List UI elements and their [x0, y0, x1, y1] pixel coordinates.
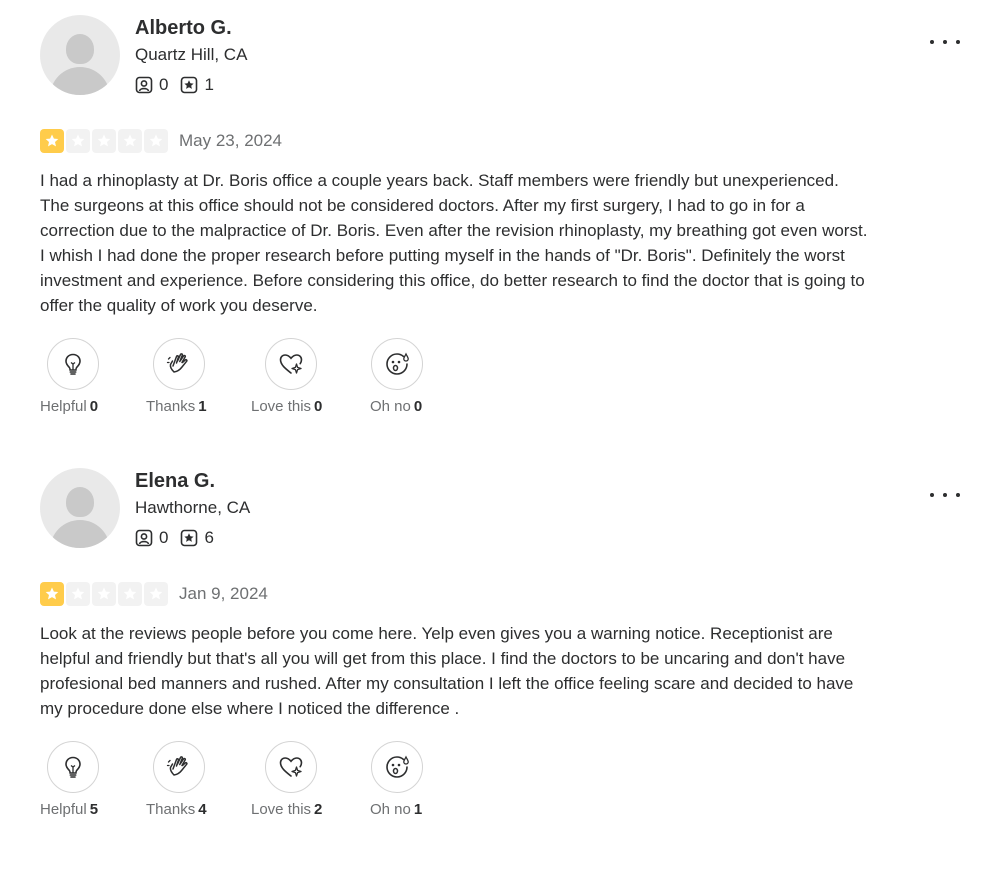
friends-icon [135, 529, 153, 547]
more-options-button[interactable] [930, 483, 960, 507]
thanks-label: Thanks [146, 398, 196, 415]
thanks-hand-icon [166, 756, 188, 776]
thanks-label: Thanks [146, 801, 196, 818]
review-date: May 23, 2024 [179, 131, 283, 150]
reviews-count: 1 [204, 75, 214, 94]
review-text: Look at the reviews people before you co… [40, 624, 854, 718]
love-label: Love this [251, 801, 312, 818]
ohno-count: 0 [413, 398, 423, 415]
ohno-reaction-button[interactable]: Oh no 1 [370, 741, 423, 818]
lightbulb-icon [65, 756, 81, 778]
heart-sparkle-icon [279, 757, 303, 777]
thanks-reaction-button[interactable]: Thanks 1 [146, 338, 207, 415]
ohno-count: 1 [413, 801, 423, 818]
review-card: Elena G. Hawthorne, CA 0 6 Jan 9, 2024 L… [0, 453, 986, 883]
reviews-icon [181, 76, 198, 94]
love-count: 2 [314, 801, 323, 818]
reactions-bar: Helpful 5 Thanks 4 Love this 2 Oh no 1 [40, 741, 460, 821]
reviews-icon [181, 529, 198, 547]
reviewer-location: Quartz Hill, CA [135, 45, 248, 64]
avatar[interactable] [40, 468, 120, 548]
thanks-count: 4 [198, 801, 207, 818]
oh-no-face-icon [386, 352, 409, 375]
reactions-bar: Helpful 0 Thanks 1 Love this 0 Oh no 0 [40, 338, 460, 418]
review-text: I had a rhinoplasty at Dr. Boris office … [40, 171, 868, 315]
reviewer-location: Hawthorne, CA [135, 498, 251, 517]
ohno-reaction-button[interactable]: Oh no 0 [370, 338, 423, 415]
star-icon [118, 582, 142, 606]
thanks-hand-icon [166, 353, 188, 373]
star-icon [118, 129, 142, 153]
ohno-label: Oh no [370, 398, 411, 415]
ohno-label: Oh no [370, 801, 411, 818]
helpful-count: 0 [89, 398, 99, 415]
helpful-label: Helpful [40, 801, 87, 818]
love-count: 0 [314, 398, 323, 415]
reviewer-name[interactable]: Elena G. [135, 468, 215, 494]
star-rating: Jan 9, 2024 [40, 582, 268, 606]
friends-count: 0 [159, 75, 169, 94]
heart-sparkle-icon [279, 354, 303, 374]
star-rating: May 23, 2024 [40, 129, 282, 153]
review-date: Jan 9, 2024 [179, 584, 268, 603]
helpful-count: 5 [89, 801, 99, 818]
star-icon [92, 582, 116, 606]
star-icon [40, 582, 64, 606]
friends-stat: 0 [135, 75, 168, 95]
helpful-reaction-button[interactable]: Helpful 5 [40, 741, 99, 818]
star-icon [66, 129, 90, 153]
helpful-reaction-button[interactable]: Helpful 0 [40, 338, 99, 415]
star-icon [144, 582, 168, 606]
reviews-stat: 1 [180, 75, 214, 95]
star-icon [144, 129, 168, 153]
review-card: Alberto G. Quartz Hill, CA 0 1 May 23, 2… [0, 0, 986, 430]
thanks-reaction-button[interactable]: Thanks 4 [146, 741, 207, 818]
star-icon [66, 582, 90, 606]
reviews-stat: 6 [180, 528, 214, 548]
avatar[interactable] [40, 15, 120, 95]
love-label: Love this [251, 398, 312, 415]
star-icon [40, 129, 64, 153]
thanks-count: 1 [198, 398, 207, 415]
star-icon [92, 129, 116, 153]
reviewer-stats: 0 1 [135, 75, 226, 95]
friends-count: 0 [159, 528, 169, 547]
reviewer-stats: 0 6 [135, 528, 226, 548]
reviews-count: 6 [204, 528, 214, 547]
friends-stat: 0 [135, 528, 168, 548]
reviewer-name[interactable]: Alberto G. [135, 15, 232, 41]
love-reaction-button[interactable]: Love this 0 [251, 338, 322, 415]
friends-icon [135, 76, 153, 94]
more-options-button[interactable] [930, 30, 960, 54]
oh-no-face-icon [386, 755, 409, 778]
helpful-label: Helpful [40, 398, 87, 415]
lightbulb-icon [65, 353, 81, 375]
love-reaction-button[interactable]: Love this 2 [251, 741, 322, 818]
